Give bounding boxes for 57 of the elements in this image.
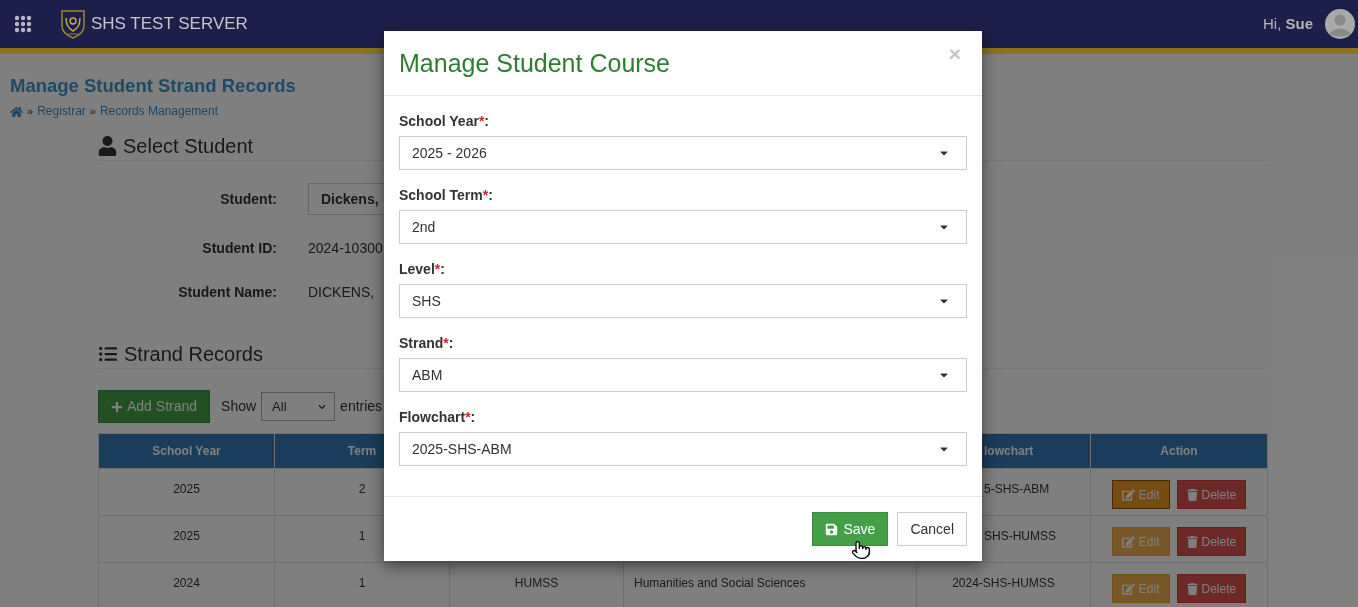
field-label: Strand*: (399, 334, 455, 353)
modal-title: Manage Student Course (399, 48, 671, 79)
cancel-button[interactable]: Cancel (897, 512, 967, 546)
table-cell: 2025 (98, 515, 275, 563)
close-button[interactable]: × (948, 43, 961, 64)
trash-icon (1186, 488, 1198, 501)
grid-menu-icon[interactable] (14, 15, 32, 33)
field-label: School Year*: (399, 112, 491, 131)
field-value: DICKENS, (308, 282, 375, 302)
delete-button[interactable]: Delete (1176, 574, 1247, 603)
chevron-down-icon (318, 402, 327, 411)
breadcrumb-link[interactable]: Records Management (99, 103, 218, 120)
add-strand-button[interactable]: Add Strand (98, 390, 211, 423)
list-icon (98, 345, 118, 363)
select-field[interactable]: 2025 - 2026 (399, 136, 967, 170)
field-label: Flowchart*: (399, 408, 477, 427)
trash-icon (1186, 535, 1198, 548)
table-cell: 2024 (98, 562, 275, 607)
home-icon[interactable] (10, 105, 23, 118)
edit-icon (1121, 488, 1135, 501)
section-heading: Select Student (123, 134, 254, 159)
show-label: Show (221, 397, 257, 416)
trash-icon (1186, 582, 1198, 595)
app-title: SHS TEST SERVER (91, 13, 248, 36)
edit-button[interactable]: Edit (1111, 527, 1170, 556)
breadcrumb-link[interactable]: Registrar (37, 103, 86, 120)
page-title: Manage Student Strand Records (10, 74, 297, 98)
breadcrumb-separator: » (89, 104, 96, 119)
delete-button[interactable]: Delete (1176, 527, 1247, 556)
plus-icon (111, 400, 123, 413)
field-label: Level*: (399, 260, 446, 279)
edit-button[interactable]: Edit (1111, 574, 1170, 603)
shield-logo-icon (60, 9, 86, 39)
select-field[interactable]: 2nd (399, 210, 967, 244)
select-field[interactable]: 2025-SHS-ABM (399, 432, 967, 466)
user-icon (98, 136, 117, 156)
column-header: School Year (98, 433, 275, 469)
column-header: Action (1090, 433, 1268, 469)
field-label: School Term*: (399, 186, 494, 205)
save-button[interactable]: Save (812, 512, 889, 546)
select-field[interactable]: SHS (399, 284, 967, 318)
user-greeting: Hi, Sue (1263, 13, 1313, 34)
field-label: Student: (219, 189, 277, 209)
entries-label: entries (340, 397, 383, 416)
field-value: 2024-10300 (308, 238, 383, 258)
delete-button[interactable]: Delete (1176, 480, 1247, 509)
section-heading: Strand Records (124, 342, 263, 367)
edit-button[interactable]: Edit (1111, 480, 1170, 509)
select-field[interactable]: ABM (399, 358, 967, 392)
avatar-icon[interactable] (1325, 9, 1355, 39)
entries-select[interactable]: All (261, 392, 336, 421)
table-cell: 2025 (98, 468, 275, 516)
edit-icon (1121, 582, 1135, 595)
breadcrumb-separator: » (27, 104, 34, 119)
field-label: Student Name: (177, 282, 277, 302)
field-label: Student ID: (201, 238, 277, 258)
edit-icon (1121, 535, 1135, 548)
